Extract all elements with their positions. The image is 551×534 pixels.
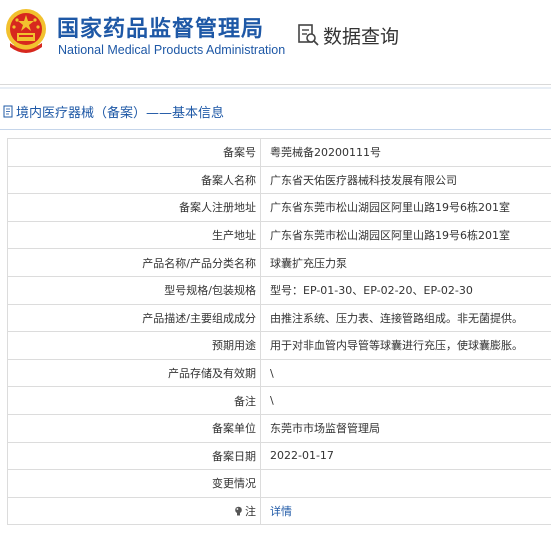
section-title-text: 境内医疗器械（备案）——基本信息 xyxy=(16,105,225,121)
national-emblem-icon xyxy=(6,9,46,53)
table-row: 预期用途 用于对非血管内导管等球囊进行充压，使球囊膨胀。 xyxy=(7,332,551,360)
table-row: 备案日期 2022-01-17 xyxy=(7,442,551,471)
table-row: 型号规格/包装规格 型号：EP-01-30、EP-02-20、EP-02-30 xyxy=(7,276,551,305)
table-row: 产品存储及有效期 \ xyxy=(7,359,551,388)
lightbulb-icon xyxy=(235,506,242,516)
row-label: 预期用途 xyxy=(7,332,261,359)
table-row: 注 详情 xyxy=(7,497,551,526)
table-row: 备案人名称 广东省天佑医疗器械科技发展有限公司 xyxy=(7,166,551,195)
row-label: 产品存储及有效期 xyxy=(7,359,261,387)
document-icon xyxy=(3,105,13,117)
table-row: 备案号 粤莞械备20200111号 xyxy=(7,139,551,167)
row-label: 备注 xyxy=(7,387,261,414)
row-value: 用于对非血管内导管等球囊进行充压，使球囊膨胀。 xyxy=(270,339,523,353)
note-label-text: 注 xyxy=(245,505,256,519)
data-query-link[interactable]: 数据查询 xyxy=(297,22,399,48)
row-label: 生产地址 xyxy=(7,221,261,249)
row-label: 备案人注册地址 xyxy=(7,194,261,221)
row-label: 备案日期 xyxy=(7,442,261,470)
data-query-label: 数据查询 xyxy=(323,25,400,48)
row-value: 型号：EP-01-30、EP-02-20、EP-02-30 xyxy=(270,284,473,298)
table-row: 变更情况 xyxy=(7,470,551,498)
row-label: 变更情况 xyxy=(7,470,261,497)
details-link[interactable]: 详情 xyxy=(270,503,292,519)
row-value: 由推注系统、压力表、连接管路组成。非无菌提供。 xyxy=(270,311,523,325)
site-header: 国家药品监督管理局 National Medical Products Admi… xyxy=(0,0,551,70)
row-value: 广东省东莞市松山湖园区阿里山路19号6栋201室 xyxy=(270,201,510,215)
note-label: 注 xyxy=(7,497,261,525)
row-value xyxy=(261,470,551,497)
row-label: 产品名称/产品分类名称 xyxy=(7,249,261,276)
table-row: 备案人注册地址 广东省东莞市松山湖园区阿里山路19号6栋201室 xyxy=(7,194,551,222)
header-divider xyxy=(0,84,551,85)
row-label: 备案人名称 xyxy=(7,166,261,194)
row-value: 2022-01-17 xyxy=(270,449,334,463)
detail-table: 备案号 粤莞械备20200111号 备案人名称 广东省天佑医疗器械科技发展有限公… xyxy=(7,138,551,526)
row-label: 产品描述/主要组成成分 xyxy=(7,304,261,332)
row-value: 球囊扩充压力泵 xyxy=(270,256,347,270)
table-row: 产品描述/主要组成成分 由推注系统、压力表、连接管路组成。非无菌提供。 xyxy=(7,304,551,333)
site-title-cn: 国家药品监督管理局 xyxy=(57,17,265,42)
site-title-en: National Medical Products Administration xyxy=(58,43,286,57)
row-value: \ xyxy=(270,366,274,380)
row-label: 型号规格/包装规格 xyxy=(7,276,261,304)
row-value: 粤莞械备20200111号 xyxy=(270,146,381,160)
table-row: 备注 \ xyxy=(7,387,551,415)
row-label: 备案单位 xyxy=(7,414,261,442)
data-query-icon xyxy=(298,24,319,46)
row-value: 广东省东莞市松山湖园区阿里山路19号6栋201室 xyxy=(270,229,510,243)
table-row: 生产地址 广东省东莞市松山湖园区阿里山路19号6栋201室 xyxy=(7,221,551,250)
row-value: 广东省天佑医疗器械科技发展有限公司 xyxy=(270,173,457,187)
header-divider-shadow xyxy=(0,87,551,89)
section-title: 境内医疗器械（备案）——基本信息 xyxy=(0,99,224,123)
row-value: \ xyxy=(270,394,274,408)
table-row: 产品名称/产品分类名称 球囊扩充压力泵 xyxy=(7,249,551,277)
section-divider xyxy=(0,129,551,130)
table-row: 备案单位 东莞市市场监督管理局 xyxy=(7,414,551,443)
row-label: 备案号 xyxy=(7,139,261,166)
row-value: 东莞市市场监督管理局 xyxy=(270,422,380,436)
row-value: 详情 xyxy=(261,498,551,525)
